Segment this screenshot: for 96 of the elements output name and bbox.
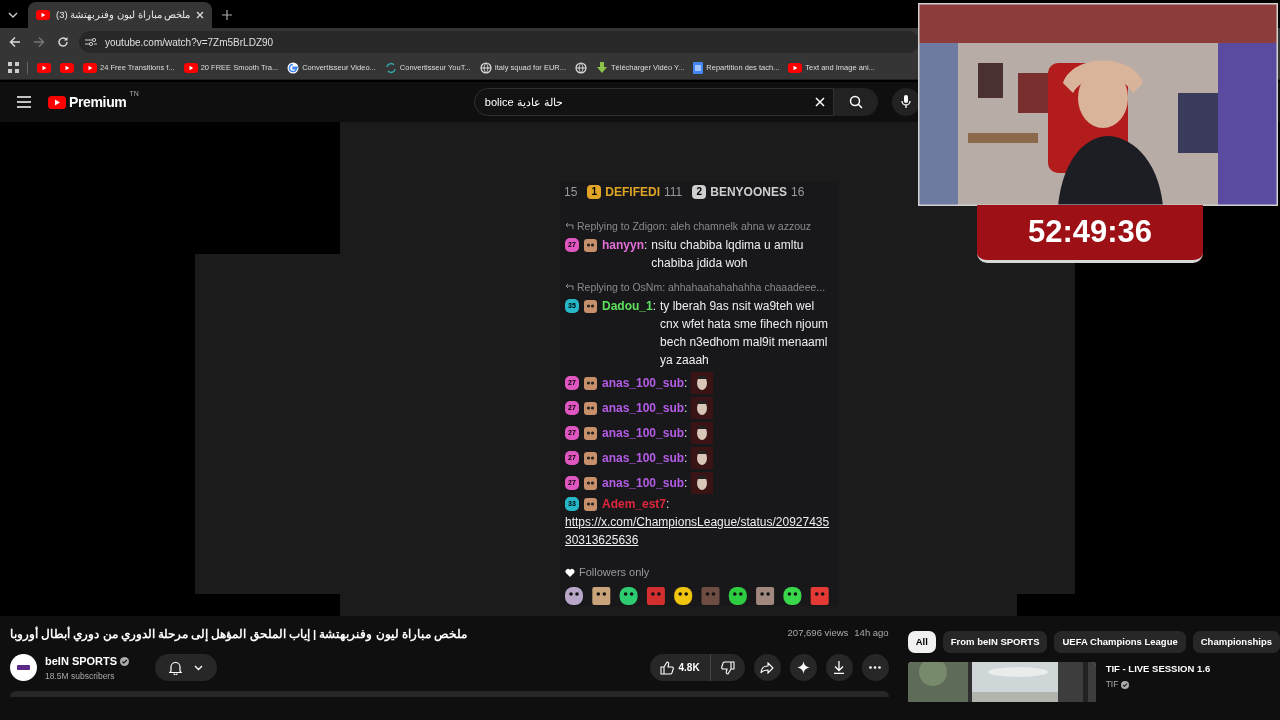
separator: :	[644, 237, 648, 254]
play-logo-icon	[37, 62, 51, 73]
chat-link[interactable]: https://x.com/ChampionsLeague/status/2092743530313625636	[565, 513, 833, 549]
share-arrow-icon	[760, 661, 775, 674]
chat-mode: Followers only	[579, 565, 650, 580]
leaderboard-name: DEFIFEDI	[605, 183, 661, 201]
leaderboard-name: BENYOONES	[710, 183, 787, 201]
bell-icon	[169, 660, 183, 675]
search-field[interactable]: bolice حالة عادية	[473, 88, 834, 116]
play-logo-icon	[60, 62, 74, 73]
url-text: youtube.com/watch?v=7Zm5BrLDZ90	[105, 35, 274, 50]
microphone-icon	[900, 95, 911, 109]
thumbs-up-icon	[659, 660, 674, 675]
search-icon	[848, 95, 863, 109]
rank-badge: 1	[587, 184, 602, 199]
menu-icon[interactable]	[17, 96, 31, 108]
emblem-badge-icon	[584, 497, 597, 511]
chevron-down-icon	[194, 664, 204, 671]
sync-icon	[384, 61, 397, 74]
logo-text: Premium	[69, 92, 127, 112]
video-title: ملخص مباراة ليون وفنربهتشة | إياب الملحق المؤهل إلى مرحلة الدوري من دوري أبطال أوروبا	[10, 626, 467, 644]
back-icon[interactable]	[9, 36, 21, 48]
google-logo-icon	[287, 61, 300, 74]
channel-name[interactable]: TIF	[1105, 678, 1119, 691]
leaderboard-score: 15	[564, 183, 578, 201]
reload-icon[interactable]	[57, 36, 69, 48]
play-logo-icon	[36, 10, 50, 20]
leaderboard-score: 16	[790, 183, 805, 201]
reply-arrow-icon	[565, 283, 574, 291]
download-icon	[833, 661, 846, 675]
address-bar[interactable]: youtube.com/watch?v=7Zm5BrLDZ90	[79, 31, 919, 53]
emblem-badge-icon	[584, 426, 597, 440]
separator: :	[684, 475, 688, 492]
notification-button[interactable]	[155, 654, 218, 682]
separator: :	[652, 298, 657, 315]
filter-chip[interactable]: Championships	[1192, 631, 1280, 653]
browser-tab[interactable]: (3) ملخص مباراة ليون وفنربهتشة	[28, 2, 213, 28]
more-icon	[869, 666, 882, 670]
chat-username[interactable]: hanyyn	[602, 236, 644, 254]
filter-chip[interactable]: From beIN SPORTS	[942, 631, 1048, 653]
emblem-badge-icon	[584, 238, 597, 252]
ask-button[interactable]	[789, 654, 817, 682]
emblem-badge-icon	[584, 451, 597, 465]
emblem-badge-icon	[584, 376, 597, 390]
separator: :	[684, 375, 688, 392]
filter-chip[interactable]: All	[907, 631, 936, 653]
reply-arrow-icon	[565, 222, 574, 230]
apps-grid-icon[interactable]	[8, 62, 19, 73]
reply-context: Replying to OsNm: ahhahaahahahahha chaaadeee...	[577, 280, 826, 295]
play-logo-icon	[788, 62, 803, 73]
separator: :	[684, 400, 688, 417]
upload-age: 14h ago	[854, 626, 889, 640]
heart-icon	[565, 567, 575, 577]
play-logo-icon	[183, 62, 198, 73]
chat-username[interactable]: Dadou_1	[602, 297, 653, 315]
emote-bar-drawing[interactable]	[565, 586, 829, 606]
separator: :	[666, 496, 670, 513]
download-arrow-icon	[595, 61, 608, 74]
download-button[interactable]	[825, 654, 853, 682]
channel-name[interactable]: beIN SPORTS	[45, 653, 118, 670]
more-button[interactable]	[861, 654, 889, 682]
new-tab-icon[interactable]	[222, 10, 233, 20]
leaderboard-score: 111	[664, 183, 683, 201]
like-button[interactable]: 4.8K	[649, 654, 711, 682]
separator: :	[684, 425, 688, 442]
clear-icon[interactable]	[814, 97, 825, 107]
sparkle-icon	[796, 661, 810, 675]
play-logo-icon	[83, 62, 97, 73]
thumbs-down-icon	[720, 660, 735, 675]
emblem-badge-icon	[584, 401, 597, 415]
chat-message: nsitu chabiba lqdima u amltu chabiba jdida woh	[651, 237, 805, 272]
globe-icon	[479, 61, 492, 74]
timer-display: 52:49:36	[977, 205, 1203, 263]
tab-title: (3) ملخص مباراة ليون وفنربهتشة	[56, 7, 191, 23]
search-button[interactable]	[833, 88, 878, 116]
search-input[interactable]: bolice حالة عادية	[484, 93, 815, 111]
site-settings-icon[interactable]	[85, 37, 97, 47]
reply-context: Replying to Zdigon: aleh chamnelk ahna w azzouz	[577, 219, 812, 234]
chat-message: ty lberah 9as nsit wa9teh wel cnx wfet hata sme fihech njoum bech n3edhom mal9it menaaml ya zaaah	[660, 298, 830, 369]
globe-icon	[574, 61, 587, 74]
channel-avatar[interactable]	[10, 654, 37, 682]
voice-search-button[interactable]	[891, 88, 920, 116]
filter-chip[interactable]: UEFA Champions League	[1054, 631, 1186, 653]
emblem-badge-icon	[584, 299, 597, 313]
play-logo-icon	[48, 95, 66, 109]
emblem-badge-icon	[584, 476, 597, 490]
separator: :	[684, 450, 688, 467]
tab-list-icon[interactable]	[8, 12, 18, 18]
share-button[interactable]	[753, 654, 781, 682]
rank-badge: 2	[692, 184, 707, 199]
view-count: 207,696 views	[787, 626, 849, 640]
close-icon[interactable]	[196, 11, 205, 19]
forward-icon[interactable]	[33, 36, 45, 48]
video-title[interactable]: TIF - LIVE SESSION 1.6	[1105, 662, 1211, 677]
document-icon	[693, 61, 704, 74]
subscriber-count: 18.5M subscribers	[45, 669, 116, 683]
